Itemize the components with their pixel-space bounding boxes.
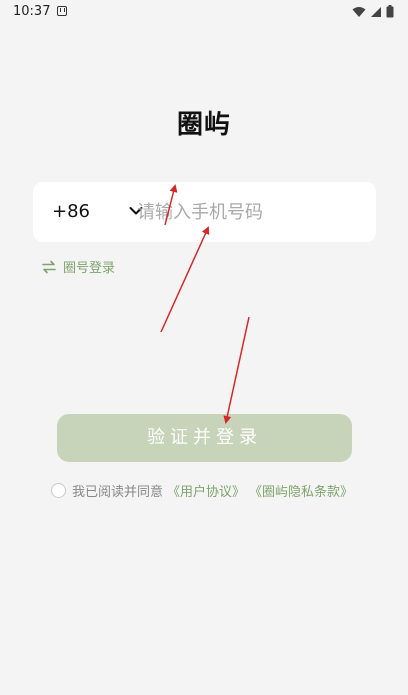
wifi-icon: [352, 6, 366, 17]
battery-icon: [386, 5, 394, 18]
agreement-row: 我已阅读并同意 《用户协议》 《圈屿隐私条款》: [51, 481, 353, 500]
status-time: 10:37: [13, 4, 51, 19]
agreement-text: 我已阅读并同意: [72, 485, 164, 500]
phone-number-input[interactable]: [137, 194, 367, 230]
swap-arrows-icon: [42, 260, 56, 273]
signal-icon: [371, 6, 381, 17]
agreement-checkbox[interactable]: [51, 483, 66, 498]
user-agreement-link[interactable]: 《用户协议》: [167, 481, 245, 500]
login-screen: 10:37 圈屿 +86 圈号登录: [0, 0, 408, 695]
notification-a-icon: [57, 6, 67, 16]
phone-input-card: +86: [33, 182, 376, 242]
annotation-arrow-2: [160, 226, 210, 333]
privacy-policy-link[interactable]: 《圈屿隐私条款》: [249, 481, 353, 500]
app-title: 圈屿: [176, 110, 231, 140]
annotation-arrow-3: [223, 316, 250, 424]
status-icons: [352, 5, 394, 18]
country-code-selector[interactable]: +86: [52, 201, 90, 222]
switch-to-id-login[interactable]: 圈号登录: [41, 257, 115, 276]
switch-login-label: 圈号登录: [63, 261, 116, 276]
verify-and-login-button[interactable]: 验证并登录: [57, 414, 352, 462]
status-bar: 10:37: [0, 0, 408, 24]
